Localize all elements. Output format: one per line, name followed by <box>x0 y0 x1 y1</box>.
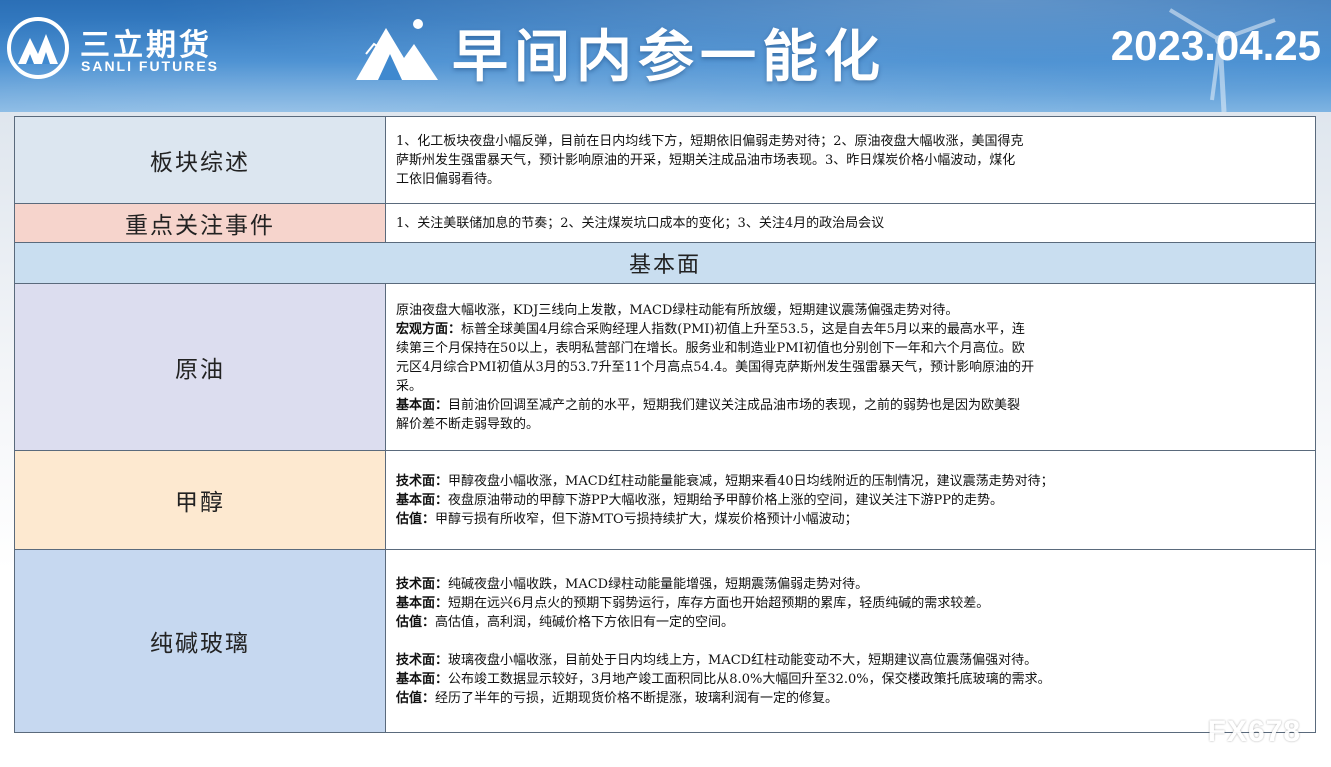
events-content: 1、关注美联储加息的节奏；2、关注煤炭坑口成本的变化；3、关注4月的政治局会议 <box>385 203 1316 243</box>
methanol-val-line: 估值：甲醇亏损有所收窄，但下游MTO亏损持续扩大，煤炭价格预计小幅波动； <box>396 510 1305 529</box>
overview-line: 1、化工板块夜盘小幅反弹，目前在日内均线下方，短期依旧偏弱走势对待；2、原油夜盘… <box>396 133 1024 149</box>
soda-glass-label: 纯碱玻璃 <box>14 549 386 733</box>
fundamental-label: 基本面： <box>396 595 449 611</box>
valuation-text: 经历了半年的亏损，近期现货价格不断提涨，玻璃利润有一定的修复。 <box>435 690 839 706</box>
methanol-label: 甲醇 <box>14 450 386 550</box>
technical-text: 甲醇夜盘小幅收涨，MACD红柱动能量能衰减，短期来看40日均线附近的压制情况，建… <box>448 473 1054 489</box>
technical-label: 技术面： <box>396 473 449 489</box>
report-date: 2023.04.25 <box>1110 22 1321 69</box>
soda-val-line: 估值：高估值，高利润，纯碱价格下方依旧有一定的空间。 <box>396 613 1305 632</box>
mountain-icon <box>356 19 438 80</box>
technical-text: 纯碱夜盘小幅收跌，MACD绿柱动能量能增强，短期震荡偏弱走势对待。 <box>448 576 869 592</box>
macro-label: 宏观方面： <box>396 321 462 337</box>
overview-content: 1、化工板块夜盘小幅反弹，目前在日内均线下方，短期依旧偏弱走势对待；2、原油夜盘… <box>385 116 1316 204</box>
fundamental-text: 目前油价回调至减产之前的水平，短期我们建议关注成品油市场的表现，之前的弱势也是因… <box>448 397 1021 413</box>
methanol-tech-line: 技术面：甲醇夜盘小幅收涨，MACD红柱动能量能衰减，短期来看40日均线附近的压制… <box>396 472 1305 491</box>
glass-val-line: 估值：经历了半年的亏损，近期现货价格不断提涨，玻璃利润有一定的修复。 <box>396 689 1305 708</box>
glass-tech-line: 技术面：玻璃夜盘小幅收涨，目前处于日内均线上方，MACD红柱动能变动不大，短期建… <box>396 651 1305 670</box>
crude-macro-line: 元区4月综合PMI初值从3月的53.7升至11个月高点54.4。美国得克萨斯州发… <box>396 359 1035 375</box>
technical-label: 技术面： <box>396 576 449 592</box>
crude-macro-line: 续第三个月保持在50以上，表明私营部门在增长。服务业和制造业PMI初值也分别创下… <box>396 340 1025 356</box>
table-row-section: 基本面 <box>14 242 1316 284</box>
table-row-soda-glass: 纯碱玻璃 技术面：纯碱夜盘小幅收跌，MACD绿柱动能量能增强，短期震荡偏弱走势对… <box>14 549 1316 733</box>
crude-label: 原油 <box>14 283 386 451</box>
fundamental-label: 基本面： <box>396 492 449 508</box>
fundamental-label: 基本面： <box>396 671 449 687</box>
table-row-overview: 板块综述 1、化工板块夜盘小幅反弹，目前在日内均线下方，短期依旧偏弱走势对待；2… <box>14 116 1316 204</box>
crude-fund-line: 解价差不断走弱导致的。 <box>396 416 540 432</box>
glass-fund-line: 基本面：公布竣工数据显示较好，3月地产竣工面积同比从8.0%大幅回升至32.0%… <box>396 670 1305 689</box>
crude-macro-line: 宏观方面：标普全球美国4月综合采购经理人指数(PMI)初值上升至53.5，这是自… <box>396 320 1305 339</box>
methanol-content: 技术面：甲醇夜盘小幅收涨，MACD红柱动能量能衰减，短期来看40日均线附近的压制… <box>385 450 1316 550</box>
overview-line: 萨斯州发生强雷暴天气，预计影响原油的开采，短期关注成品油市场表现。3、昨日煤炭价… <box>396 152 1016 168</box>
fundamental-text: 夜盘原油带动的甲醇下游PP大幅收涨，短期给予甲醇价格上涨的空间，建议关注下游PP… <box>448 492 1004 508</box>
header-banner: 三立期货 SANLI FUTURES 早间内参一能化 2023.04.25 <box>0 0 1331 112</box>
fundamental-text: 短期在远兴6月点火的预期下弱势运行，库存方面也开始超预期的累库，轻质纯碱的需求较… <box>448 595 990 611</box>
soda-glass-content: 技术面：纯碱夜盘小幅收跌，MACD绿柱动能量能增强，短期震荡偏弱走势对待。 基本… <box>385 549 1316 733</box>
crude-intro: 原油夜盘大幅收涨，KDJ三线向上发散，MACD绿柱动能有所放缓，短期建议震荡偏强… <box>396 302 959 318</box>
brand-name-en: SANLI FUTURES <box>81 58 219 74</box>
soda-fund-line: 基本面：短期在远兴6月点火的预期下弱势运行，库存方面也开始超预期的累库，轻质纯碱… <box>396 594 1305 613</box>
table-row-events: 重点关注事件 1、关注美联储加息的节奏；2、关注煤炭坑口成本的变化；3、关注4月… <box>14 203 1316 243</box>
methanol-fund-line: 基本面：夜盘原油带动的甲醇下游PP大幅收涨，短期给予甲醇价格上涨的空间，建议关注… <box>396 491 1305 510</box>
macro-text: 标普全球美国4月综合采购经理人指数(PMI)初值上升至53.5，这是自去年5月以… <box>461 321 1025 337</box>
events-text: 1、关注美联储加息的节奏；2、关注煤炭坑口成本的变化；3、关注4月的政治局会议 <box>396 215 885 231</box>
overview-line: 工依旧偏弱看待。 <box>396 171 501 187</box>
section-title: 基本面 <box>14 242 1316 284</box>
report-title: 早间内参一能化 <box>452 25 886 90</box>
table-row-methanol: 甲醇 技术面：甲醇夜盘小幅收涨，MACD红柱动能量能衰减，短期来看40日均线附近… <box>14 450 1316 550</box>
watermark: FX678 <box>1207 715 1301 748</box>
valuation-text: 高估值，高利润，纯碱价格下方依旧有一定的空间。 <box>435 614 735 630</box>
fundamental-text: 公布竣工数据显示较好，3月地产竣工面积同比从8.0%大幅回升至32.0%，保交楼… <box>448 671 1051 687</box>
valuation-text: 甲醇亏损有所收窄，但下游MTO亏损持续扩大，煤炭价格预计小幅波动； <box>435 511 858 527</box>
events-label: 重点关注事件 <box>14 203 386 243</box>
crude-content: 原油夜盘大幅收涨，KDJ三线向上发散，MACD绿柱动能有所放缓，短期建议震荡偏强… <box>385 283 1316 451</box>
sanli-logo-icon <box>7 17 69 79</box>
valuation-label: 估值： <box>396 690 436 706</box>
report-table: 板块综述 1、化工板块夜盘小幅反弹，目前在日内均线下方，短期依旧偏弱走势对待；2… <box>14 116 1316 733</box>
valuation-label: 估值： <box>396 614 436 630</box>
technical-text: 玻璃夜盘小幅收涨，目前处于日内均线上方，MACD红柱动能变动不大，短期建议高位震… <box>448 652 1038 668</box>
fundamental-label: 基本面： <box>396 397 449 413</box>
soda-tech-line: 技术面：纯碱夜盘小幅收跌，MACD绿柱动能量能增强，短期震荡偏弱走势对待。 <box>396 575 1305 594</box>
technical-label: 技术面： <box>396 652 449 668</box>
table-row-crude: 原油 原油夜盘大幅收涨，KDJ三线向上发散，MACD绿柱动能有所放缓，短期建议震… <box>14 283 1316 451</box>
overview-label: 板块综述 <box>14 116 386 204</box>
crude-fund-line: 基本面：目前油价回调至减产之前的水平，短期我们建议关注成品油市场的表现，之前的弱… <box>396 396 1305 415</box>
crude-macro-line: 采。 <box>396 378 423 394</box>
valuation-label: 估值： <box>396 511 436 527</box>
